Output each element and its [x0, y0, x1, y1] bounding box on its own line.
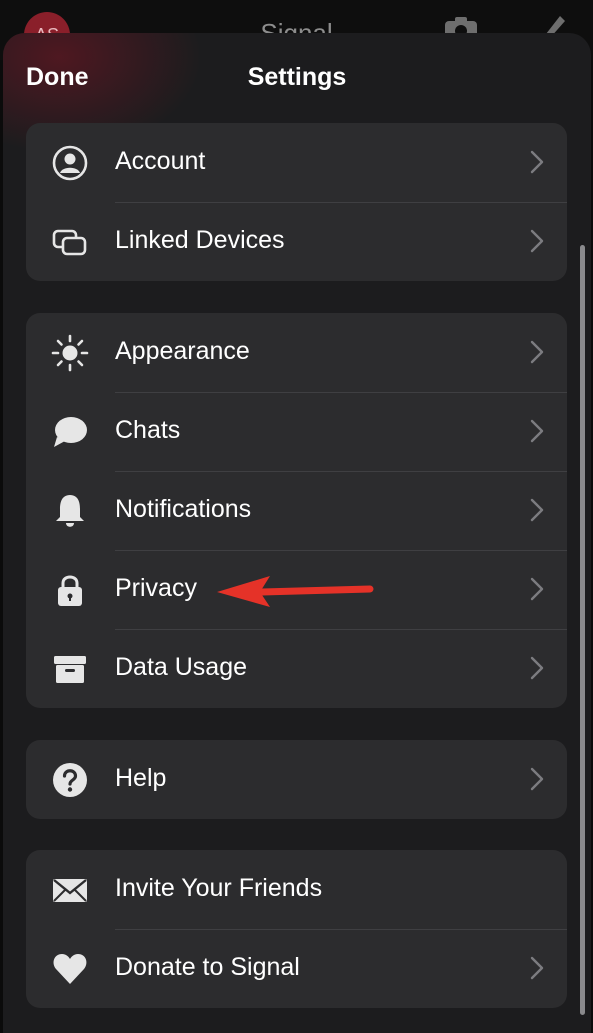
settings-item-label: Account — [115, 147, 206, 175]
settings-item-label: Notifications — [115, 495, 252, 523]
settings-item-chats[interactable]: Chats — [26, 392, 567, 471]
settings-item-label: Donate to Signal — [115, 953, 300, 981]
bell-icon — [51, 492, 89, 530]
page-title: Settings — [247, 63, 347, 91]
settings-item-label: Linked Devices — [115, 226, 285, 254]
settings-item-account[interactable]: Account — [26, 123, 567, 202]
settings-group-account: Account Linked Devices — [26, 123, 567, 281]
person-circle-icon — [51, 144, 89, 182]
settings-item-label: Data Usage — [115, 653, 248, 681]
chevron-right-icon — [529, 228, 545, 254]
archive-box-icon — [51, 650, 89, 688]
settings-item-label: Privacy — [115, 574, 197, 602]
settings-item-linked-devices[interactable]: Linked Devices — [26, 202, 567, 281]
settings-item-label: Appearance — [115, 337, 250, 365]
scrollbar[interactable] — [580, 245, 585, 1015]
chevron-right-icon — [529, 418, 545, 444]
settings-group-preferences: Appearance Chats Notifications Privacy D… — [26, 313, 567, 708]
chevron-right-icon — [529, 339, 545, 365]
lock-icon — [51, 571, 89, 609]
settings-group-help: Help — [26, 740, 567, 819]
chevron-right-icon — [529, 576, 545, 602]
heart-icon — [51, 950, 89, 988]
settings-item-data-usage[interactable]: Data Usage — [26, 629, 567, 708]
settings-group-support: Invite Your Friends Donate to Signal — [26, 850, 567, 1008]
chevron-right-icon — [529, 955, 545, 981]
chevron-right-icon — [529, 497, 545, 523]
envelope-icon — [51, 871, 89, 909]
settings-item-appearance[interactable]: Appearance — [26, 313, 567, 392]
linked-devices-icon — [51, 223, 89, 261]
question-circle-icon — [51, 761, 89, 799]
chat-bubble-icon — [51, 413, 89, 451]
settings-item-help[interactable]: Help — [26, 740, 567, 819]
settings-item-label: Chats — [115, 416, 181, 444]
settings-item-label: Help — [115, 764, 167, 792]
settings-sheet: Done Settings Account Linked Devices App… — [3, 33, 591, 1033]
chevron-right-icon — [529, 655, 545, 681]
settings-item-invite-friends[interactable]: Invite Your Friends — [26, 850, 567, 929]
annotation-arrow — [214, 572, 374, 610]
sun-icon — [51, 334, 89, 372]
chevron-right-icon — [529, 766, 545, 792]
settings-item-notifications[interactable]: Notifications — [26, 471, 567, 550]
chevron-right-icon — [529, 149, 545, 175]
settings-item-label: Invite Your Friends — [115, 874, 323, 902]
settings-item-donate[interactable]: Donate to Signal — [26, 929, 567, 1008]
